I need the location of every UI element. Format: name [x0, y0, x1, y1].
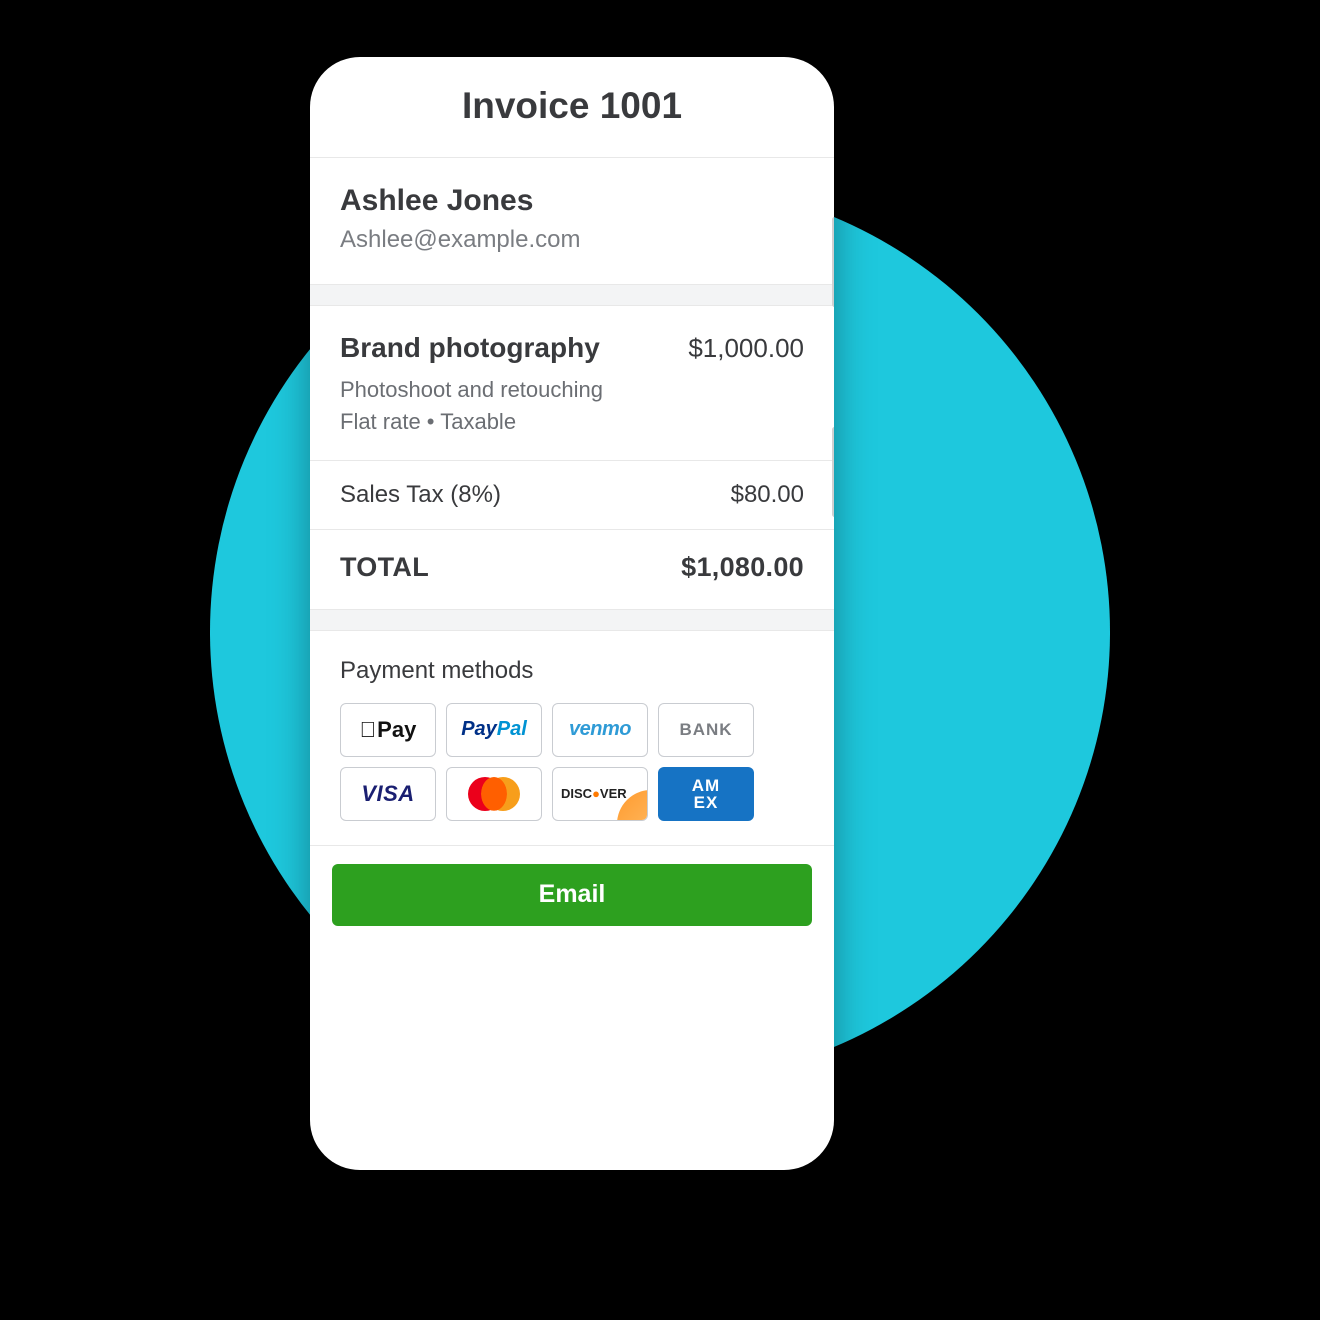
email-button[interactable]: Email — [332, 864, 812, 926]
payment-method-mastercard[interactable] — [446, 767, 542, 821]
payment-method-discover[interactable]: DISC●VER — [552, 767, 648, 821]
payment-methods-grid: Pay PayPal venmo BANK VISA — [340, 703, 804, 821]
payment-method-visa[interactable]: VISA — [340, 767, 436, 821]
total-row: TOTAL $1,080.00 — [310, 530, 834, 609]
sales-tax-label: Sales Tax (8%) — [340, 481, 501, 509]
payment-method-paypal[interactable]: PayPal — [446, 703, 542, 757]
sales-tax-row: Sales Tax (8%) $80.00 — [310, 461, 834, 530]
customer-name: Ashlee Jones — [340, 184, 804, 218]
line-item-description: Photoshoot and retouching Flat rate • Ta… — [340, 374, 804, 438]
payment-methods-section: Payment methods Pay PayPal venmo BANK V… — [310, 631, 834, 845]
payment-method-venmo[interactable]: venmo — [552, 703, 648, 757]
total-amount: $1,080.00 — [681, 552, 804, 583]
line-item-amount: $1,000.00 — [688, 333, 804, 364]
total-label: TOTAL — [340, 552, 429, 583]
sales-tax-amount: $80.00 — [731, 481, 804, 509]
section-divider — [310, 609, 834, 631]
customer-email: Ashlee@example.com — [340, 226, 804, 254]
payment-method-amex[interactable]: AMEX — [658, 767, 754, 821]
payment-method-bank[interactable]: BANK — [658, 703, 754, 757]
line-item[interactable]: Brand photography $1,000.00 Photoshoot a… — [310, 306, 834, 461]
line-item-name: Brand photography — [340, 332, 600, 364]
customer-section[interactable]: Ashlee Jones Ashlee@example.com — [310, 158, 834, 284]
payment-methods-heading: Payment methods — [340, 657, 804, 685]
page-title: Invoice 1001 — [310, 85, 834, 158]
apple-logo-icon:  — [360, 717, 377, 743]
payment-method-apple-pay[interactable]: Pay — [340, 703, 436, 757]
invoice-screen: Invoice 1001 Ashlee Jones Ashlee@example… — [310, 57, 834, 926]
footer-actions: Email — [310, 845, 834, 926]
mastercard-logo-icon — [468, 777, 520, 811]
phone-frame: Invoice 1001 Ashlee Jones Ashlee@example… — [310, 57, 834, 1170]
section-divider — [310, 284, 834, 306]
